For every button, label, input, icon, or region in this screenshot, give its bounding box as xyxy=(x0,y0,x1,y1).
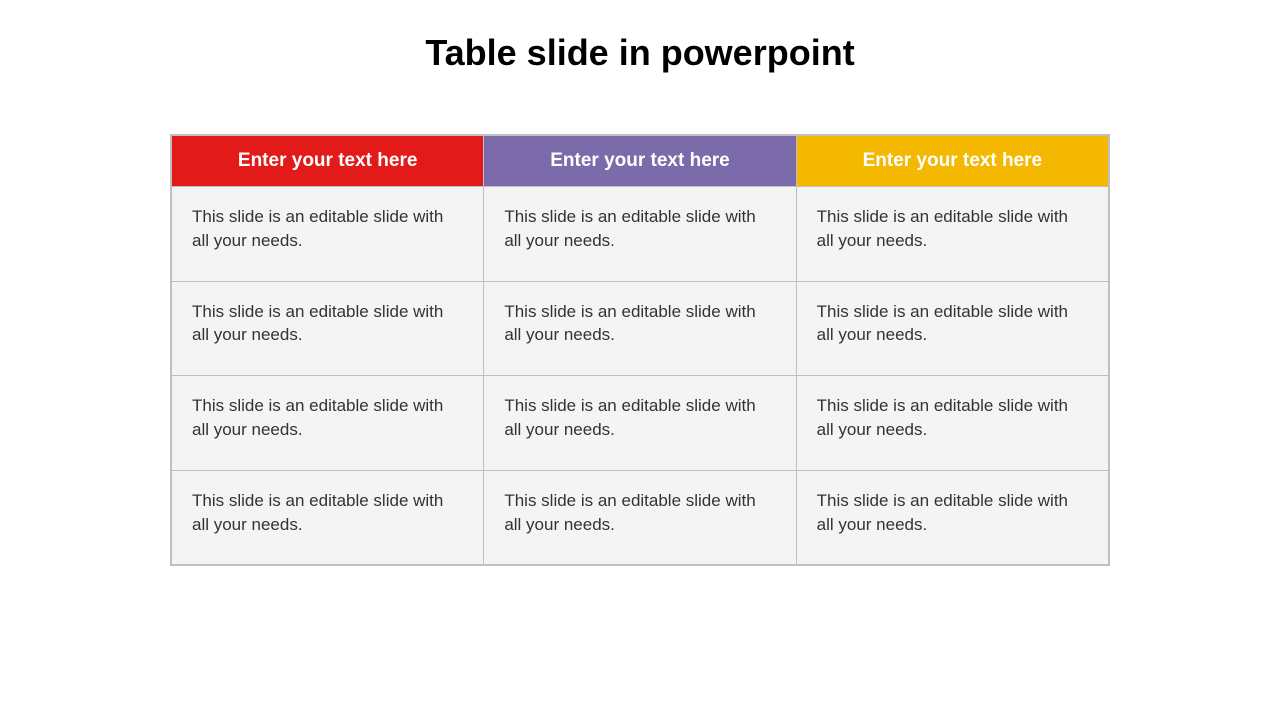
table-cell-r2-c0: This slide is an editable slide with all… xyxy=(172,376,484,471)
header-col-2: Enter your text here xyxy=(484,136,796,187)
table-cell-r3-c1: This slide is an editable slide with all… xyxy=(484,470,796,565)
table-row: This slide is an editable slide with all… xyxy=(172,470,1109,565)
table-cell-r2-c1: This slide is an editable slide with all… xyxy=(484,376,796,471)
table-cell-r0-c1: This slide is an editable slide with all… xyxy=(484,187,796,282)
table-row: This slide is an editable slide with all… xyxy=(172,281,1109,376)
table-cell-r1-c1: This slide is an editable slide with all… xyxy=(484,281,796,376)
table-row: This slide is an editable slide with all… xyxy=(172,187,1109,282)
table-cell-r0-c0: This slide is an editable slide with all… xyxy=(172,187,484,282)
table-cell-r3-c0: This slide is an editable slide with all… xyxy=(172,470,484,565)
table-row: This slide is an editable slide with all… xyxy=(172,376,1109,471)
table-cell-r2-c2: This slide is an editable slide with all… xyxy=(796,376,1108,471)
page-title: Table slide in powerpoint xyxy=(425,32,854,74)
main-table: Enter your text here Enter your text her… xyxy=(171,135,1109,565)
header-col-1: Enter your text here xyxy=(172,136,484,187)
table-header-row: Enter your text here Enter your text her… xyxy=(172,136,1109,187)
table-cell-r0-c2: This slide is an editable slide with all… xyxy=(796,187,1108,282)
table-container: Enter your text here Enter your text her… xyxy=(170,134,1110,566)
table-cell-r3-c2: This slide is an editable slide with all… xyxy=(796,470,1108,565)
header-col-3: Enter your text here xyxy=(796,136,1108,187)
table-cell-r1-c0: This slide is an editable slide with all… xyxy=(172,281,484,376)
table-cell-r1-c2: This slide is an editable slide with all… xyxy=(796,281,1108,376)
